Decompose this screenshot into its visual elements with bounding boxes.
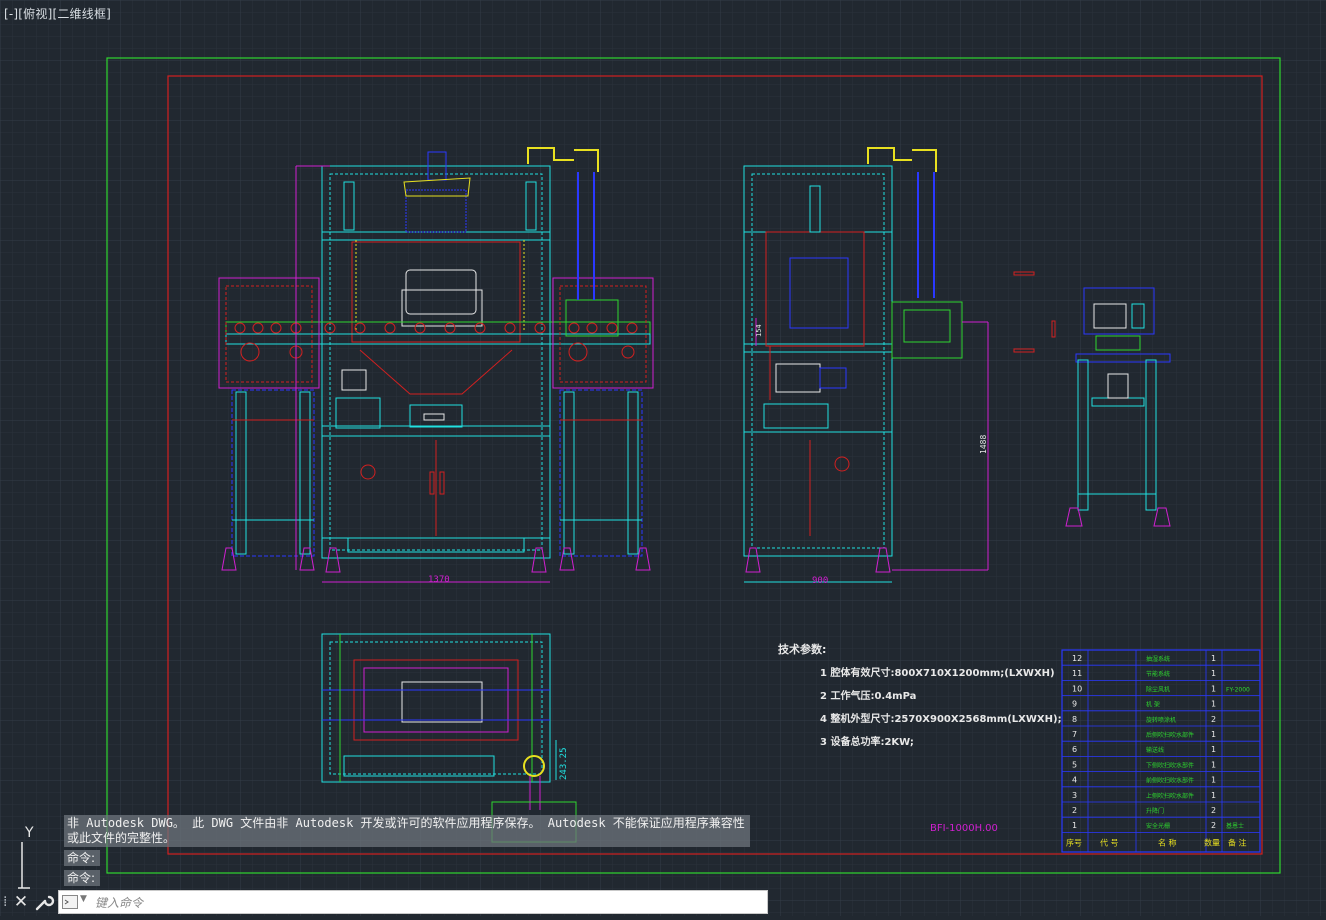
- bom-cell-qty: 2: [1211, 715, 1216, 724]
- ucs-y-label: Y: [24, 825, 34, 841]
- command-line-grip-icon[interactable]: ⁞: [3, 893, 9, 911]
- command-history-line: 命令:: [64, 870, 100, 886]
- command-history-line: 命令:: [64, 850, 100, 866]
- tech-item: 2 工作气压:0.4mPa: [820, 689, 916, 702]
- bom-header-cell: 备 注: [1228, 837, 1247, 847]
- bom-cell-no: 9: [1072, 700, 1077, 709]
- dim-width-side: 900: [812, 576, 828, 586]
- bom-cell-no: 8: [1072, 715, 1077, 724]
- tech-title: 技术参数:: [778, 642, 826, 656]
- bom-cell-name: 上侧吹扫吹水部件: [1146, 792, 1194, 800]
- viewport-controls-label[interactable]: [-][俯视][二维线框]: [4, 5, 111, 22]
- bom-cell-qty: 1: [1211, 684, 1216, 693]
- tech-item: 1 腔体有效尺寸:800X710X1200mm;(LXWXH): [820, 666, 1055, 679]
- bom-cell-no: 1: [1072, 821, 1077, 830]
- drawing-number: BFI-1000H.00: [930, 823, 998, 834]
- bom-cell-no: 11: [1072, 669, 1082, 678]
- bom-cell-qty: 1: [1211, 730, 1216, 739]
- bom-cell-name: 升降门: [1146, 807, 1164, 815]
- bom-cell-name: 旋转喷涂机: [1146, 716, 1176, 724]
- bom-cell-qty: 2: [1211, 821, 1216, 830]
- bom-cell-name: 前侧吹扫吹水部件: [1146, 777, 1194, 785]
- bom-cell-name: 下侧吹扫吹水部件: [1146, 761, 1194, 769]
- bom-header-cell: 名 称: [1158, 837, 1177, 847]
- dim-height-side: 1488: [979, 435, 988, 454]
- grid: [0, 0, 1326, 916]
- bom-cell-name: 除尘风机: [1146, 685, 1170, 693]
- bom-cell-no: 10: [1072, 684, 1082, 693]
- bom-cell-no: 3: [1072, 791, 1077, 800]
- drawing-viewport[interactable]: 1370 900 1488 154 243.25 技术参数: 1 腔体有效尺寸:…: [0, 0, 1326, 916]
- chevron-down-icon[interactable]: ▼: [80, 894, 87, 904]
- bom-cell-qty: 1: [1211, 791, 1216, 800]
- tech-item: 4 整机外型尺寸:2570X900X2568mm(LXWXH);: [820, 712, 1062, 725]
- bom-header-cell: 数量: [1204, 837, 1220, 847]
- bom-cell-no: 5: [1072, 760, 1077, 769]
- bom-cell-qty: 1: [1211, 745, 1216, 754]
- bom-cell-no: 7: [1072, 730, 1077, 739]
- command-prompt-icon[interactable]: [62, 895, 78, 909]
- bom-cell-qty: 2: [1211, 806, 1216, 815]
- command-input-placeholder: 键入命令: [95, 896, 144, 910]
- dim-width-front: 1370: [428, 575, 450, 585]
- bom-cell-note: FY-2000: [1226, 686, 1250, 693]
- bom-header-cell: 序号: [1066, 837, 1082, 847]
- customize-wrench-icon[interactable]: [33, 891, 55, 913]
- bom-header-cell: 代 号: [1100, 837, 1119, 847]
- bom-cell-qty: 1: [1211, 700, 1216, 709]
- bom-cell-name: 后侧吹扫吹水部件: [1146, 731, 1194, 739]
- command-history-warning: 非 Autodesk DWG。 此 DWG 文件由非 Autodesk 开发或许…: [64, 815, 750, 847]
- dim-height-small: 154: [755, 324, 763, 337]
- command-line-bar: ⁞ ✕ ▼ 键入命令: [0, 889, 768, 915]
- bom-cell-name: 安全光栅: [1146, 822, 1170, 830]
- bom-cell-qty: 1: [1211, 776, 1216, 785]
- close-icon[interactable]: ✕: [12, 891, 30, 913]
- bom-cell-name: 抽湿系统: [1146, 655, 1170, 663]
- dim-top: 243.25: [559, 747, 569, 780]
- cad-drawing[interactable]: 1370 900 1488 154 243.25 技术参数: 1 腔体有效尺寸:…: [0, 0, 1326, 916]
- bom-cell-qty: 1: [1211, 654, 1216, 663]
- bom-cell-note: 基恩士: [1226, 822, 1244, 830]
- bom-cell-name: 机 架: [1146, 701, 1160, 709]
- command-input[interactable]: ▼ 键入命令: [58, 890, 768, 914]
- bom-cell-no: 6: [1072, 745, 1077, 754]
- bom-cell-name: 输送线: [1146, 746, 1164, 754]
- bom-cell-qty: 1: [1211, 760, 1216, 769]
- bom-cell-no: 12: [1072, 654, 1082, 663]
- bom-cell-name: 节能系统: [1146, 670, 1170, 678]
- bom-cell-qty: 1: [1211, 669, 1216, 678]
- bom-cell-no: 2: [1072, 806, 1077, 815]
- bom-cell-no: 4: [1072, 776, 1077, 785]
- tech-item: 3 设备总功率:2KW;: [820, 735, 914, 748]
